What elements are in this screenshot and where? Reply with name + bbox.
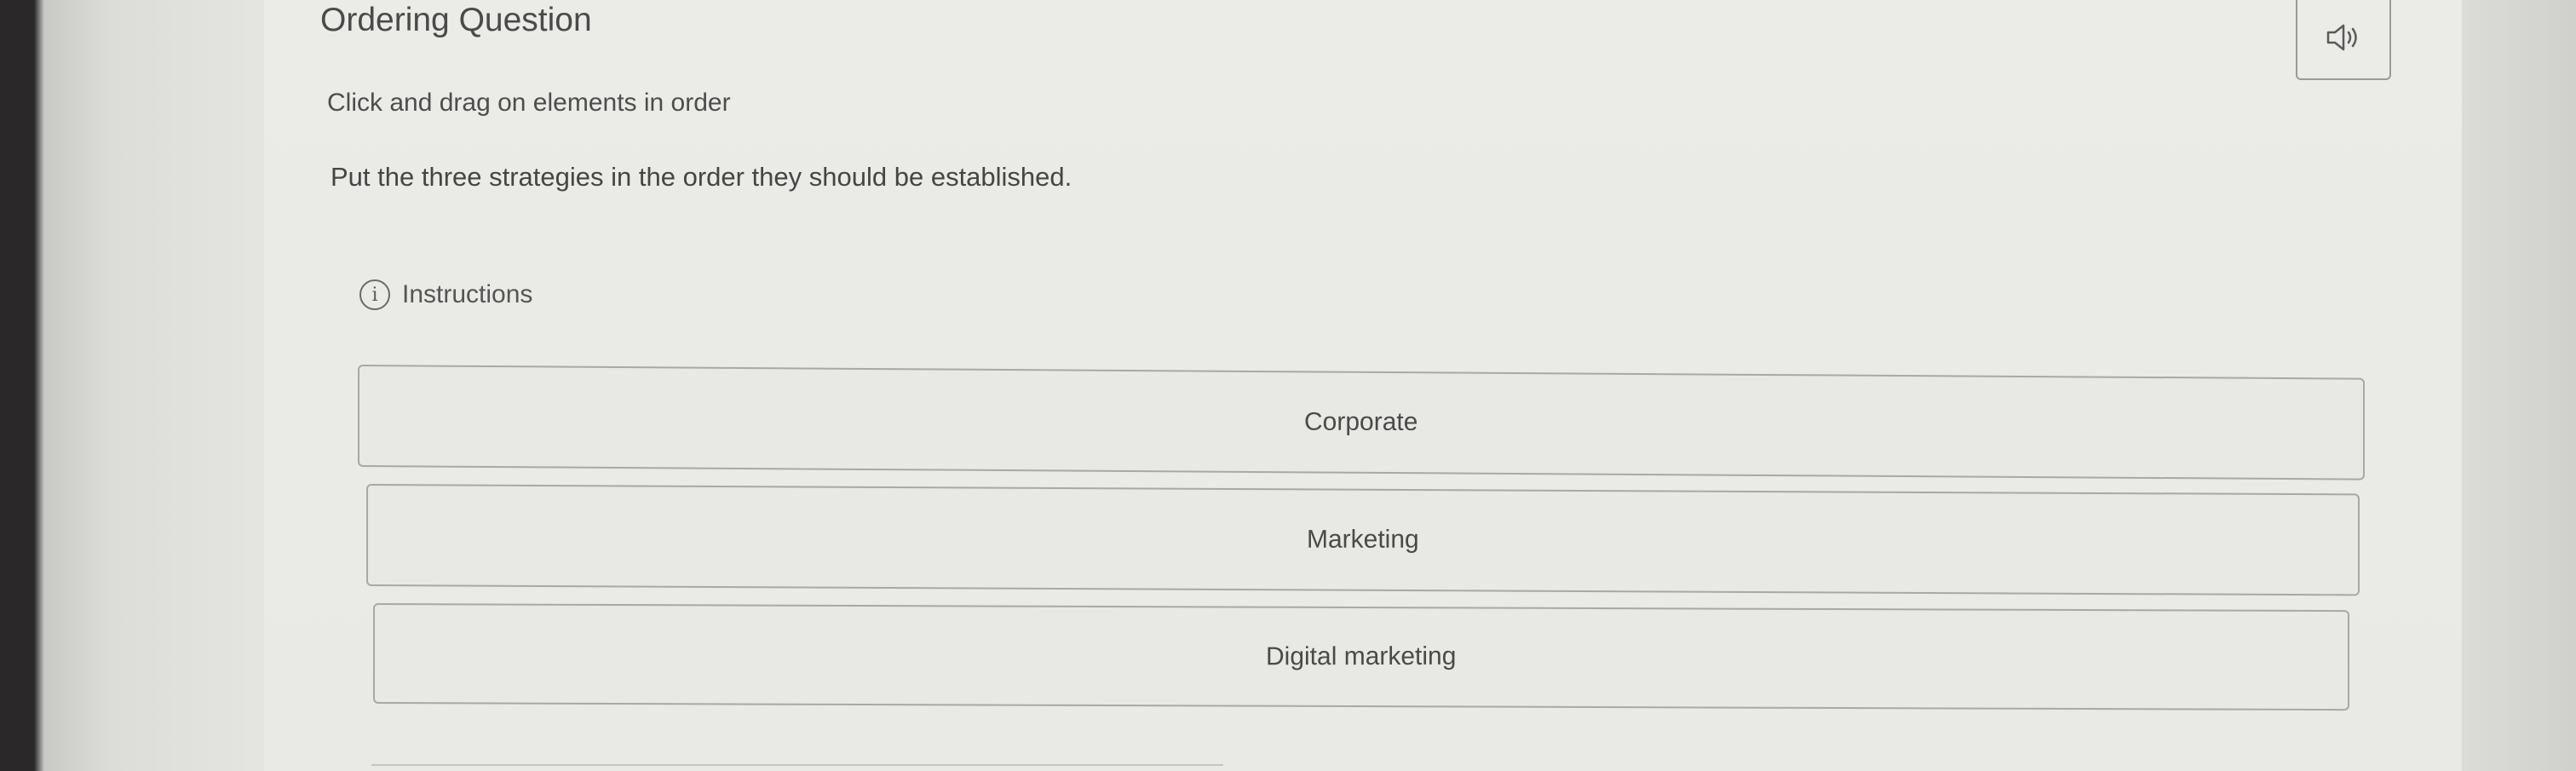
ordering-item-label: Corporate xyxy=(1304,407,1418,436)
question-instruction: Click and drag on elements in order xyxy=(327,89,731,117)
instructions-toggle[interactable]: i Instructions xyxy=(359,279,532,310)
info-icon: i xyxy=(359,279,390,310)
instructions-label: Instructions xyxy=(402,280,533,308)
ordering-item-label: Digital marketing xyxy=(1266,642,1457,671)
read-aloud-button[interactable] xyxy=(2296,0,2391,80)
question-prompt: Put the three strategies in the order th… xyxy=(331,162,1072,192)
speaker-icon xyxy=(2326,24,2357,51)
ordering-item-digital-marketing[interactable]: Digital marketing xyxy=(373,603,2349,711)
ordering-item-label: Marketing xyxy=(1307,525,1419,554)
ordering-item-corporate[interactable]: Corporate xyxy=(358,365,2365,480)
divider xyxy=(371,764,1223,766)
ordering-item-marketing[interactable]: Marketing xyxy=(366,484,2360,596)
page-title: Ordering Question xyxy=(320,2,592,38)
